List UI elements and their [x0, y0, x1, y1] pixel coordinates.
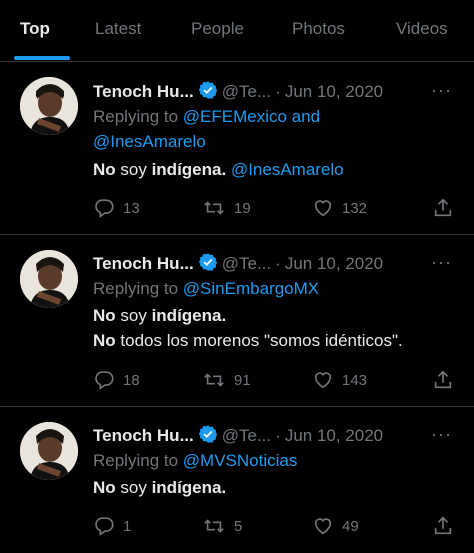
replying-to: Replying to @SinEmbargoMX	[93, 277, 319, 301]
reply-icon	[95, 517, 114, 536]
tweet[interactable]: Tenoch Hu... @Te... · Jun 10, 2020 ··· Repl…	[0, 62, 474, 235]
like-count: 143	[342, 371, 368, 389]
verified-badge-icon	[198, 252, 218, 277]
share-icon	[434, 198, 452, 217]
more-options-icon[interactable]: ···	[431, 424, 452, 445]
share-icon	[434, 516, 452, 535]
mention-link[interactable]: @SinEmbargoMX	[183, 279, 319, 298]
tweet-text: No soy indígena.	[93, 306, 227, 325]
active-tab-indicator	[14, 56, 70, 60]
tweet-header: Tenoch Hu... @Te... · Jun 10, 2020	[93, 424, 383, 448]
replying-joiner[interactable]: and	[292, 107, 320, 126]
heart-icon	[314, 200, 332, 217]
reply-button[interactable]: 13	[93, 197, 140, 219]
tab-top[interactable]: Top	[20, 0, 50, 62]
like-count: 49	[342, 517, 359, 535]
tweet-text: No soy indígena. @InesAmarelo	[93, 160, 344, 179]
mention-link[interactable]: @InesAmarelo	[93, 132, 206, 151]
retweet-count: 19	[234, 199, 251, 217]
like-button[interactable]: 132	[312, 197, 367, 219]
tweet-date[interactable]: Jun 10, 2020	[285, 254, 383, 273]
avatar[interactable]	[20, 422, 78, 480]
reply-count: 13	[123, 199, 140, 217]
tab-people[interactable]: People	[191, 0, 244, 62]
heart-icon	[314, 372, 332, 389]
like-button[interactable]: 143	[312, 369, 367, 391]
tweet-date[interactable]: Jun 10, 2020	[285, 82, 383, 101]
like-button[interactable]: 49	[312, 515, 359, 537]
reply-count: 1	[123, 517, 132, 535]
replying-to: Replying to @MVSNoticias	[93, 449, 297, 473]
tweet-date[interactable]: Jun 10, 2020	[285, 426, 383, 445]
share-button[interactable]	[432, 369, 454, 391]
reply-icon	[95, 199, 114, 218]
tab-latest[interactable]: Latest	[95, 0, 141, 62]
heart-icon	[314, 518, 332, 535]
mention-link[interactable]: @InesAmarelo	[231, 160, 344, 179]
author-handle[interactable]: @Te...	[222, 82, 271, 101]
retweet-button[interactable]: 91	[202, 369, 251, 391]
share-button[interactable]	[432, 197, 454, 219]
tweet-header: Tenoch Hu... @Te... · Jun 10, 2020	[93, 80, 383, 104]
tweet-header: Tenoch Hu... @Te... · Jun 10, 2020	[93, 252, 383, 276]
retweet-icon	[204, 519, 224, 533]
tweet-text: No todos los morenos "somos idénticos".	[93, 331, 403, 350]
reply-button[interactable]: 18	[93, 369, 140, 391]
mention-link[interactable]: @MVSNoticias	[183, 451, 298, 470]
retweet-icon	[204, 201, 224, 215]
replying-label: Replying to	[93, 451, 179, 470]
verified-badge-icon	[198, 424, 218, 449]
tweet-text: No soy indígena.	[93, 478, 227, 497]
like-count: 132	[342, 199, 368, 217]
reply-button[interactable]: 1	[93, 515, 131, 537]
author-name[interactable]: Tenoch Hu...	[93, 82, 194, 101]
replying-label: Replying to	[93, 107, 179, 126]
tab-photos[interactable]: Photos	[292, 0, 345, 62]
search-tabs: Top Latest People Photos Videos	[0, 0, 474, 62]
retweet-count: 5	[234, 517, 243, 535]
replying-to-continued: @InesAmarelo	[93, 130, 206, 154]
author-handle[interactable]: @Te...	[222, 254, 271, 273]
author-handle[interactable]: @Te...	[222, 426, 271, 445]
retweet-count: 91	[234, 371, 251, 389]
avatar[interactable]	[20, 250, 78, 308]
share-button[interactable]	[432, 515, 454, 537]
retweet-button[interactable]: 5	[202, 515, 242, 537]
author-name[interactable]: Tenoch Hu...	[93, 426, 194, 445]
replying-label: Replying to	[93, 279, 179, 298]
reply-count: 18	[123, 371, 140, 389]
retweet-icon	[204, 373, 224, 387]
more-options-icon[interactable]: ···	[431, 252, 452, 273]
tab-videos[interactable]: Videos	[396, 0, 448, 62]
tweet[interactable]: Tenoch Hu... @Te... · Jun 10, 2020 ··· Repl…	[0, 235, 474, 407]
avatar[interactable]	[20, 77, 78, 135]
tweet[interactable]: Tenoch Hu... @Te... · Jun 10, 2020 ··· Repl…	[0, 407, 474, 553]
share-icon	[434, 370, 452, 389]
mention-link[interactable]: @EFEMexico	[183, 107, 287, 126]
author-name[interactable]: Tenoch Hu...	[93, 254, 194, 273]
reply-icon	[95, 371, 114, 390]
verified-badge-icon	[198, 80, 218, 105]
more-options-icon[interactable]: ···	[431, 80, 452, 101]
replying-to: Replying to @EFEMexico and	[93, 105, 320, 129]
retweet-button[interactable]: 19	[202, 197, 251, 219]
